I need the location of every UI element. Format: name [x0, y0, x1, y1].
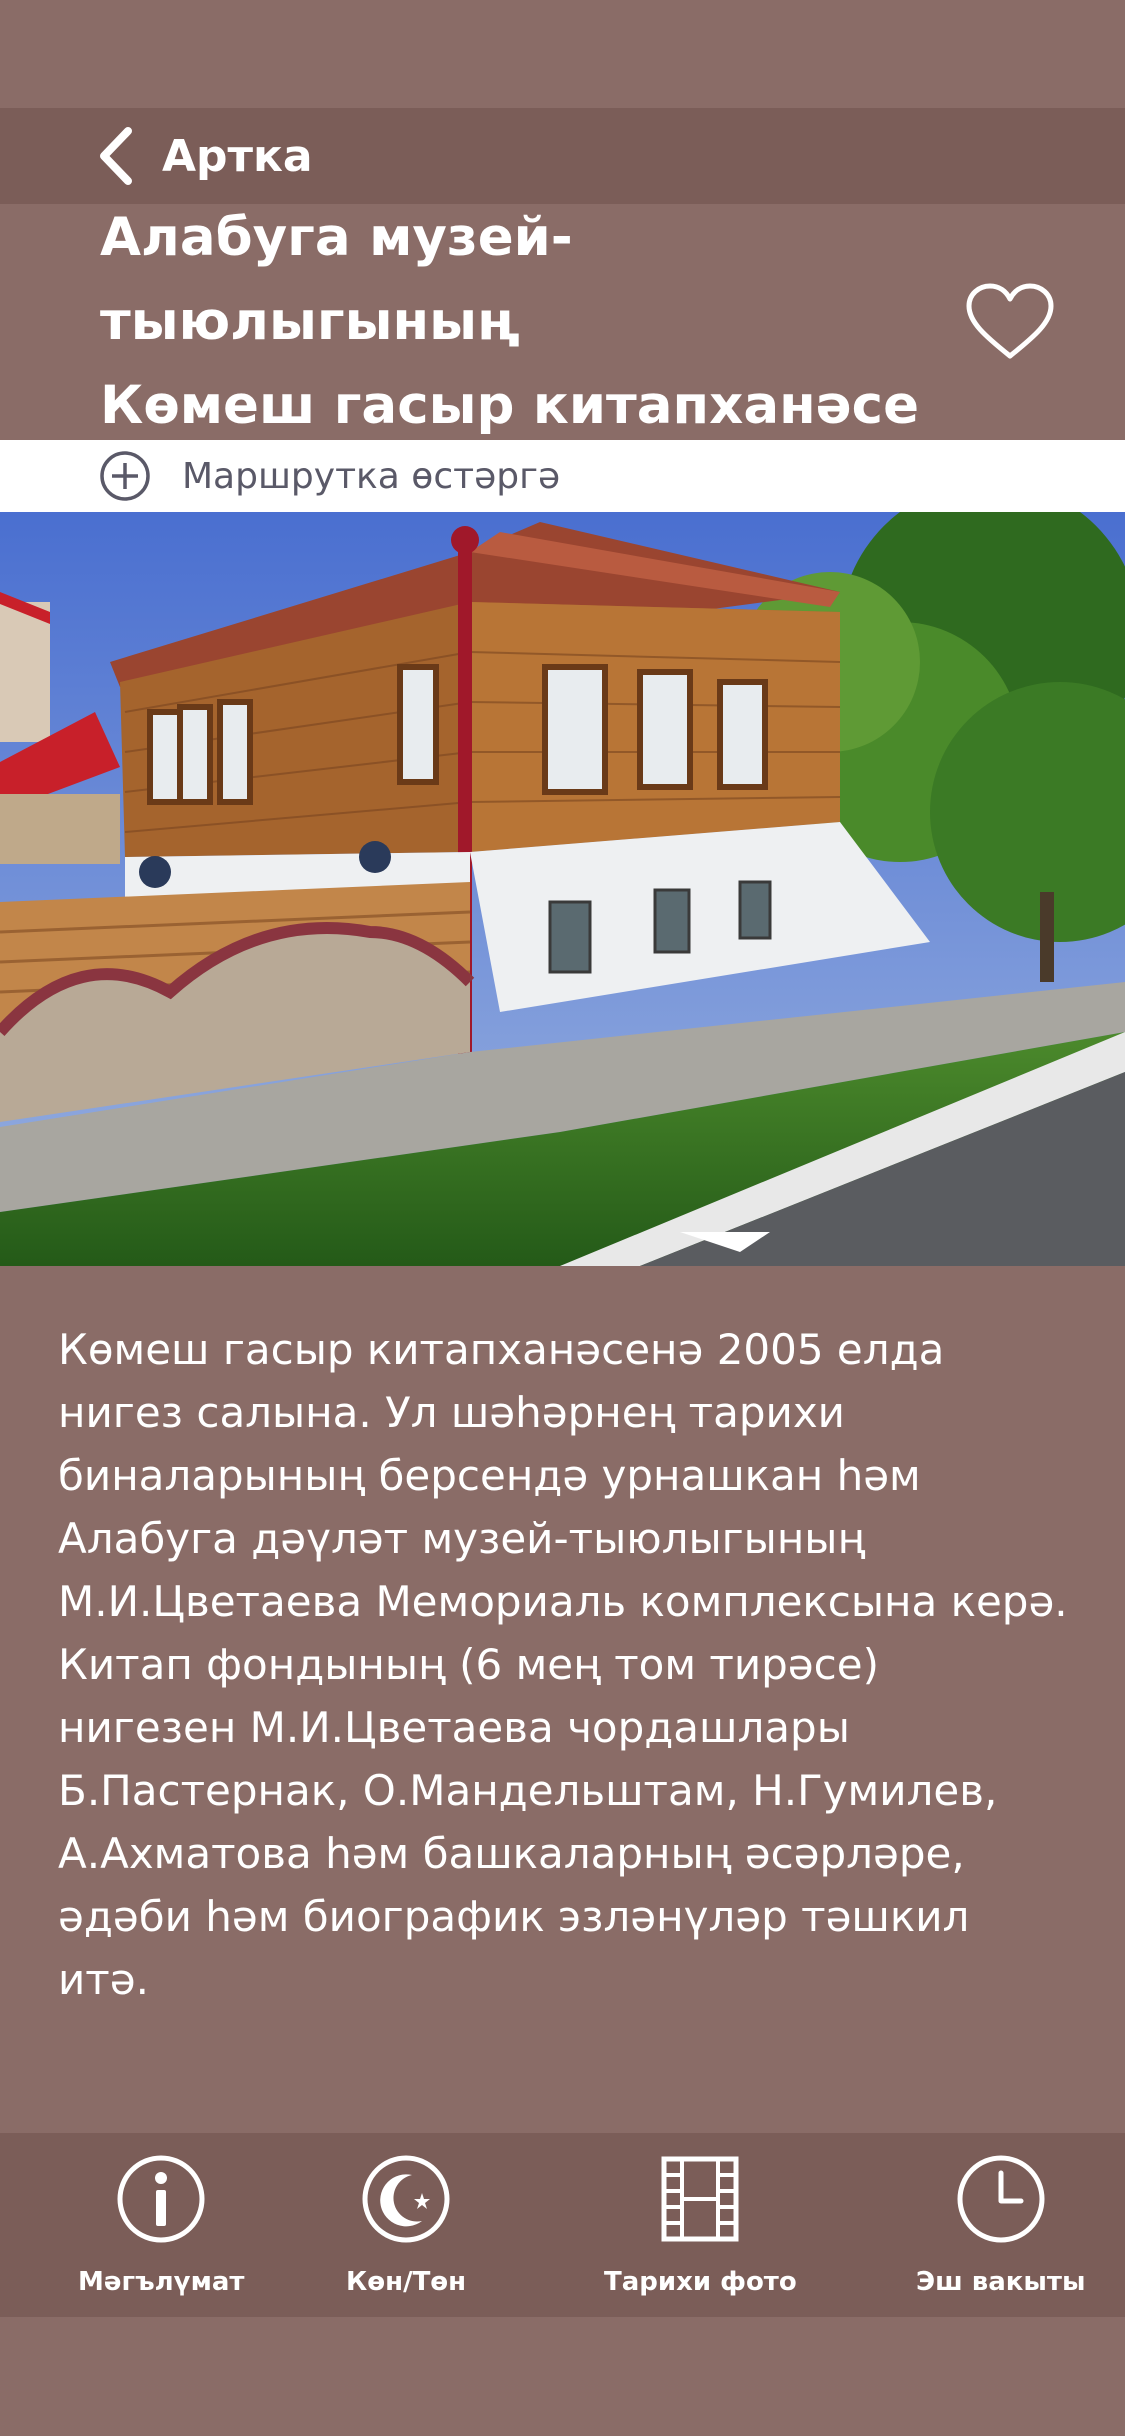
- tab-day-night-label: Көн/Төн: [346, 2267, 467, 2297]
- tab-working-hours[interactable]: Эш вакыты: [916, 2153, 1085, 2297]
- tab-day-night[interactable]: Көн/Төн: [346, 2153, 466, 2297]
- library-photo: [0, 512, 1125, 1266]
- plus-circle-icon: [100, 451, 150, 501]
- page-title: Алабуга музей-тыюлыгының Көмеш гасыр кит…: [100, 196, 960, 448]
- clock-icon: [957, 2155, 1045, 2243]
- tab-info[interactable]: Мәгълүмат: [78, 2153, 245, 2297]
- back-label: Артка: [162, 130, 313, 182]
- film-icon: [661, 2156, 739, 2242]
- description-text: Көмеш гасыр китапханәсенә 2005 елда ниге…: [58, 1325, 1068, 2004]
- tab-historic-photo-label: Тарихи фото: [604, 2267, 797, 2297]
- tab-historic-photo[interactable]: Тарихи фото: [604, 2153, 797, 2297]
- screen: Артка Алабуга музей-тыюлыгының Көмеш гас…: [0, 0, 1125, 2436]
- navigation-bar: Артка: [0, 108, 1125, 204]
- page-title-line-2: Көмеш гасыр китапханәсе: [100, 375, 920, 436]
- info-icon: [117, 2155, 205, 2243]
- add-to-route-label: Маршрутка өстәргә: [182, 455, 561, 497]
- back-button[interactable]: Артка: [96, 125, 313, 187]
- page-title-line-1: Алабуга музей-тыюлыгының: [100, 207, 573, 352]
- moon-star-icon: [362, 2155, 450, 2243]
- title-area: Алабуга музей-тыюлыгының Көмеш гасыр кит…: [0, 204, 1125, 440]
- tab-working-hours-label: Эш вакыты: [916, 2267, 1086, 2297]
- bottom-tab-bar: Мәгълүмат Көн/Төн Тарихи фото Эш вакыты: [0, 2133, 1125, 2317]
- tab-info-label: Мәгълүмат: [78, 2267, 245, 2297]
- add-to-route-button[interactable]: Маршрутка өстәргә: [0, 440, 1125, 512]
- heart-icon[interactable]: [965, 282, 1055, 362]
- library-building-image: [0, 512, 1125, 1266]
- chevron-left-icon: [100, 127, 132, 185]
